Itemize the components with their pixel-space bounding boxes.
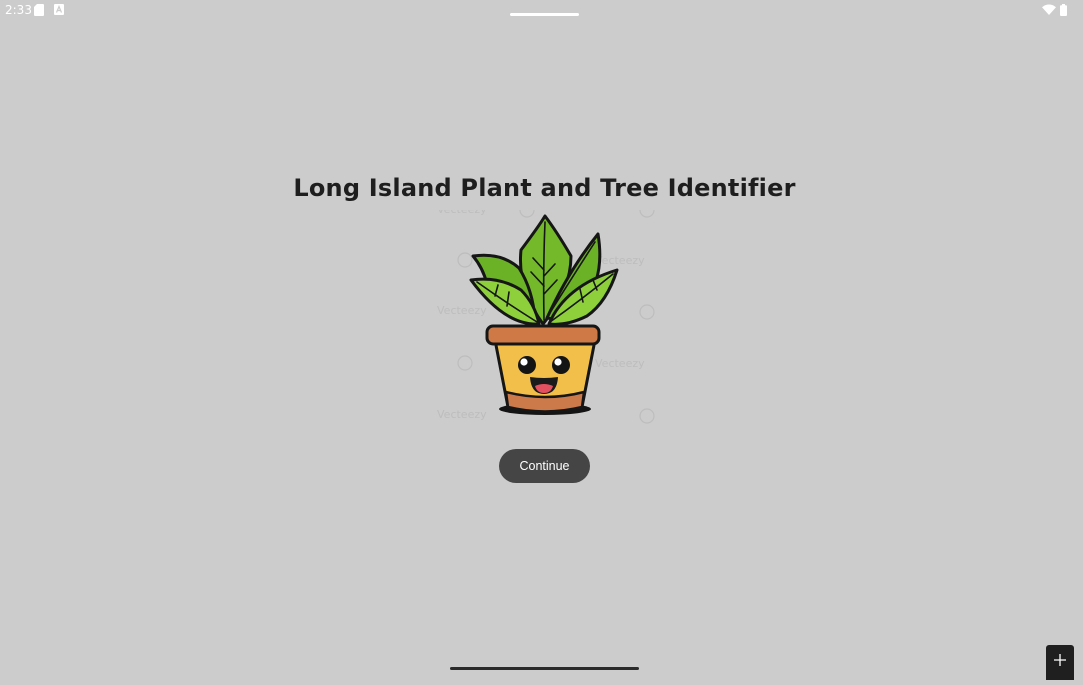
- watermark-text: Vecteezy: [595, 254, 645, 267]
- battery-icon: [1060, 4, 1067, 16]
- status-time: 2:33: [5, 3, 32, 17]
- text-notification-icon: [54, 4, 64, 15]
- add-button[interactable]: [1046, 645, 1074, 680]
- sd-card-icon: [34, 4, 44, 16]
- potted-plant-mascot: Vecteezy Vecteezy Vecteezy Vecteezy Vect…: [437, 210, 655, 424]
- watermark-text: Vecteezy: [437, 408, 487, 421]
- continue-button[interactable]: Continue: [499, 449, 590, 483]
- watermark-text: Vecteezy: [437, 304, 487, 317]
- watermark-text: Vecteezy: [437, 210, 487, 216]
- status-bar: 2:33: [0, 0, 1083, 22]
- plus-icon: [1054, 654, 1066, 666]
- page-title: Long Island Plant and Tree Identifier: [293, 174, 796, 202]
- drag-handle[interactable]: [510, 13, 579, 16]
- wifi-icon: [1042, 4, 1056, 15]
- home-gesture-bar[interactable]: [450, 667, 639, 670]
- watermark-text: Vecteezy: [595, 357, 645, 370]
